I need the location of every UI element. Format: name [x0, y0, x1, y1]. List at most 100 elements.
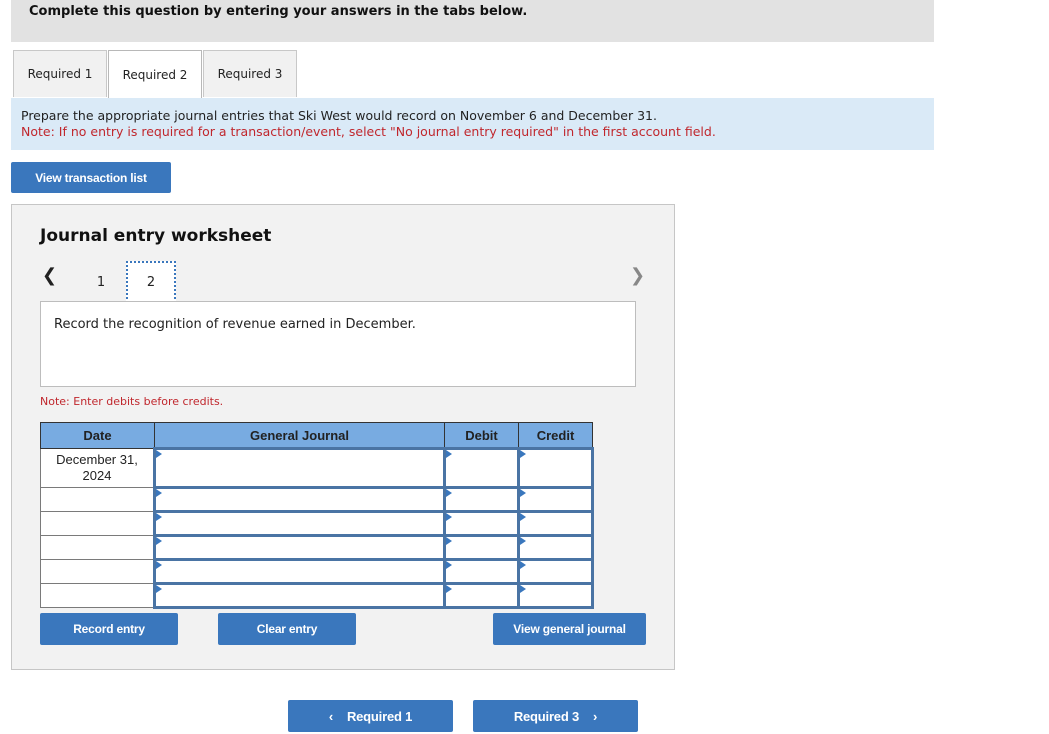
- journal-row: [40, 510, 594, 537]
- dropdown-flag-icon: [446, 561, 452, 569]
- journal-row: [40, 486, 594, 513]
- page-1-button[interactable]: 1: [76, 261, 126, 303]
- journal-row: [40, 558, 594, 585]
- prompt-box: Prepare the appropriate journal entries …: [11, 98, 934, 150]
- account-cell: [153, 558, 446, 585]
- instruction-text: Complete this question by entering your …: [29, 4, 528, 19]
- prev-required-button[interactable]: ‹ Required 1: [288, 700, 453, 732]
- dropdown-flag-icon: [446, 513, 452, 521]
- debit-cell: [443, 510, 520, 537]
- credit-input[interactable]: [520, 537, 591, 558]
- chevron-left-icon[interactable]: ❮: [42, 265, 57, 286]
- page-2-button[interactable]: 2: [126, 261, 176, 303]
- chevron-right-icon[interactable]: ❯: [630, 265, 645, 286]
- dropdown-flag-icon: [156, 450, 162, 458]
- chevron-right-icon: ›: [593, 708, 598, 724]
- debits-note: Note: Enter debits before credits.: [40, 395, 224, 408]
- dropdown-flag-icon: [156, 513, 162, 521]
- prompt-text: Prepare the appropriate journal entries …: [21, 108, 657, 123]
- worksheet-title: Journal entry worksheet: [40, 226, 272, 246]
- account-input[interactable]: [156, 585, 443, 606]
- next-required-label: Required 3: [513, 708, 580, 724]
- dropdown-flag-icon: [446, 585, 452, 593]
- tab-required-2[interactable]: Required 2: [108, 50, 202, 99]
- journal-table: Date General Journal Debit Credit Decemb…: [40, 422, 594, 609]
- date-cell: [40, 583, 155, 608]
- chevron-left-icon: ‹: [328, 708, 333, 724]
- dropdown-flag-icon: [156, 561, 162, 569]
- dropdown-flag-icon: [446, 537, 452, 545]
- account-input[interactable]: [156, 450, 443, 486]
- account-cell: [153, 534, 446, 561]
- tab-required-1[interactable]: Required 1: [13, 50, 107, 97]
- account-cell: [153, 510, 446, 537]
- credit-cell: [517, 534, 594, 561]
- prev-required-label: Required 1: [346, 708, 413, 724]
- debit-input[interactable]: [446, 537, 517, 558]
- header-credit: Credit: [518, 422, 593, 449]
- credit-cell: [517, 582, 594, 609]
- clear-entry-button[interactable]: Clear entry: [218, 613, 356, 645]
- journal-header-row: Date General Journal Debit Credit: [40, 422, 593, 449]
- prompt-note: Note: If no entry is required for a tran…: [21, 124, 716, 139]
- account-input[interactable]: [156, 561, 443, 582]
- debit-input[interactable]: [446, 450, 517, 486]
- header-general-journal: General Journal: [154, 422, 445, 449]
- debit-cell: [443, 582, 520, 609]
- dropdown-flag-icon: [156, 489, 162, 497]
- debit-input[interactable]: [446, 561, 517, 582]
- account-cell: [153, 447, 446, 489]
- header-date: Date: [40, 422, 155, 449]
- credit-cell: [517, 558, 594, 585]
- dropdown-flag-icon: [446, 450, 452, 458]
- tab-required-3[interactable]: Required 3: [203, 50, 297, 97]
- date-cell: [40, 559, 155, 584]
- account-input[interactable]: [156, 489, 443, 510]
- account-cell: [153, 486, 446, 513]
- date-cell: [40, 535, 155, 560]
- dropdown-flag-icon: [520, 450, 526, 458]
- account-input[interactable]: [156, 537, 443, 558]
- record-entry-button[interactable]: Record entry: [40, 613, 178, 645]
- journal-row: [40, 534, 594, 561]
- header-debit: Debit: [444, 422, 519, 449]
- tab-bar: Required 1 Required 2 Required 3: [11, 50, 934, 99]
- dropdown-flag-icon: [520, 585, 526, 593]
- debit-cell: [443, 447, 520, 489]
- credit-input[interactable]: [520, 513, 591, 534]
- entry-description: Record the recognition of revenue earned…: [54, 317, 416, 332]
- journal-entry-worksheet: Journal entry worksheet ❮ 1 2 ❯ Record t…: [11, 204, 675, 670]
- instruction-bar: Complete this question by entering your …: [11, 0, 934, 42]
- dropdown-flag-icon: [520, 489, 526, 497]
- journal-row: December 31, 2024: [40, 447, 594, 489]
- credit-input[interactable]: [520, 489, 591, 510]
- next-required-button[interactable]: Required 3 ›: [473, 700, 638, 732]
- dropdown-flag-icon: [520, 537, 526, 545]
- view-transaction-list-button[interactable]: View transaction list: [11, 162, 171, 193]
- credit-cell: [517, 486, 594, 513]
- date-cell: [40, 511, 155, 536]
- account-cell: [153, 582, 446, 609]
- credit-cell: [517, 447, 594, 489]
- debit-input[interactable]: [446, 489, 517, 510]
- debit-input[interactable]: [446, 585, 517, 606]
- credit-input[interactable]: [520, 561, 591, 582]
- credit-input[interactable]: [520, 585, 591, 606]
- dropdown-flag-icon: [156, 537, 162, 545]
- credit-input[interactable]: [520, 450, 591, 486]
- dropdown-flag-icon: [446, 489, 452, 497]
- credit-cell: [517, 510, 594, 537]
- date-cell: [40, 487, 155, 512]
- date-cell: December 31, 2024: [40, 448, 155, 488]
- account-input[interactable]: [156, 513, 443, 534]
- dropdown-flag-icon: [156, 585, 162, 593]
- entry-description-box: Record the recognition of revenue earned…: [40, 301, 636, 387]
- debit-cell: [443, 558, 520, 585]
- dropdown-flag-icon: [520, 561, 526, 569]
- dropdown-flag-icon: [520, 513, 526, 521]
- debit-cell: [443, 534, 520, 561]
- journal-row: [40, 582, 594, 609]
- debit-input[interactable]: [446, 513, 517, 534]
- debit-cell: [443, 486, 520, 513]
- view-general-journal-button[interactable]: View general journal: [493, 613, 646, 645]
